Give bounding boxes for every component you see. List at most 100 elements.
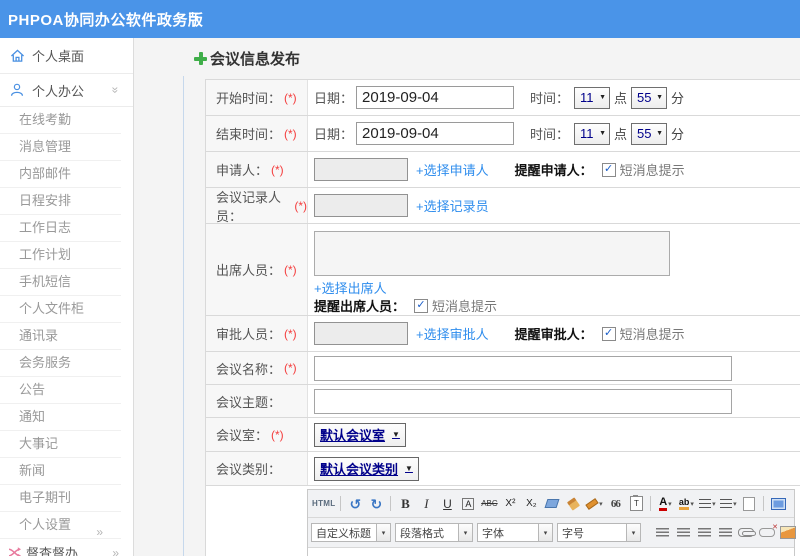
applicant-input[interactable] [314, 158, 408, 181]
redo-icon[interactable]: ↻ [366, 494, 386, 514]
sidebar-item[interactable]: 公告 [0, 377, 121, 404]
sidebar-item-desktop[interactable]: 个人桌面 [0, 38, 133, 74]
sidebar-item[interactable]: 日程安排 [0, 188, 121, 215]
font-box-icon[interactable]: A [458, 494, 478, 514]
sidebar-item[interactable]: 会务服务 [0, 350, 121, 377]
start-minute-select[interactable]: 55 ▼ [631, 86, 668, 109]
approver-sms-checkbox[interactable] [601, 326, 616, 341]
align-justify-icon[interactable] [715, 523, 735, 543]
highlight-color-icon[interactable]: ab ▾ [676, 494, 696, 514]
required-mark: (*) [284, 361, 297, 375]
date-label: 日期： [314, 127, 354, 142]
sidebar-item[interactable]: 新闻 [0, 458, 121, 485]
meeting-topic-input[interactable] [314, 388, 732, 414]
dropdown-arrow-icon: ▼ [656, 94, 664, 101]
dropdown-caret-icon: ▾ [668, 500, 672, 508]
choose-recorder-link[interactable]: +选择记录员 [416, 196, 489, 215]
bold-icon[interactable]: B [395, 494, 415, 514]
unlink-icon[interactable] [757, 523, 778, 543]
align-left-icon[interactable] [652, 523, 672, 543]
sidebar-item[interactable]: 手机短信 [0, 269, 121, 296]
sidebar-item[interactable]: 电子期刊 [0, 485, 121, 512]
form-row-approver: 审批人员： (*) +选择审批人 提醒审批人： 短消息提示 [206, 315, 800, 351]
subscript-icon[interactable]: X₂ [521, 494, 541, 514]
editor-content[interactable] [308, 548, 794, 556]
hamburger-icon[interactable]: ≡ [188, 8, 199, 28]
minute-unit-label: 分 [671, 91, 685, 106]
dropdown-caret-icon: ▾ [599, 500, 603, 508]
sidebar-item[interactable]: 通讯录 [0, 323, 121, 350]
sidebar-item[interactable]: 工作日志 [0, 215, 121, 242]
unordered-list-icon[interactable]: ▾ [718, 494, 738, 514]
meeting-form: 开始时间： (*) 日期： 时间： 11▼ 点 55▼ 分 结束时间： (*) … [205, 79, 800, 556]
end-date-input[interactable] [356, 122, 515, 145]
remind-applicant-label: 提醒申请人： [514, 163, 593, 178]
required-mark: (*) [271, 162, 284, 177]
sidebar-item[interactable]: 消息管理 [0, 134, 121, 161]
source-code-icon[interactable]: HTML [311, 494, 336, 514]
minute-unit-label: 分 [671, 127, 685, 142]
sidebar-item[interactable]: 大事记 [0, 431, 121, 458]
end-hour-select[interactable]: 11 ▼ [574, 122, 611, 145]
blockquote-icon[interactable]: 66 [605, 494, 625, 514]
font-color-icon[interactable]: A ▾ [655, 494, 675, 514]
meeting-category-select[interactable]: 默认会议类别 ▼ [314, 456, 419, 481]
sidebar-item[interactable]: 内部邮件 [0, 161, 121, 188]
paste-text-icon[interactable]: T [626, 494, 646, 514]
meeting-room-select[interactable]: 默认会议室 ▼ [314, 422, 406, 447]
align-center-icon[interactable] [673, 523, 693, 543]
form-row-recorder: 会议记录人员： (*) +选择记录员 [206, 187, 800, 224]
sidebar-item[interactable]: 在线考勤 [0, 107, 121, 134]
attendees-sms-checkbox[interactable] [414, 298, 429, 313]
underline-icon[interactable]: U [437, 494, 457, 514]
form-row-meeting-category: 会议类别： 默认会议类别 ▼ [206, 451, 800, 485]
form-row-content: HTML ↺ ↻ B I U A ABC X² X₂ ▾ 66 T A ▾ ab ▾ ▾ ▾ 自定义标题 ▾ 段落格式 ▾… [206, 485, 800, 556]
sidebar-item[interactable]: 通知 [0, 404, 121, 431]
sidebar-item-office[interactable]: 个人办公 » [0, 74, 133, 107]
applicant-sms-checkbox[interactable] [601, 162, 616, 177]
image-icon[interactable] [778, 523, 798, 543]
choose-attendees-link[interactable]: +选择出席人 [314, 278, 387, 297]
undo-icon[interactable]: ↺ [345, 494, 365, 514]
sidebar-item-inspect[interactable]: 督查督办 » [0, 539, 133, 556]
approver-input[interactable] [314, 322, 408, 345]
dropdown-caret-icon: ▾ [459, 523, 473, 542]
sidebar-item[interactable]: 个人文件柜 [0, 296, 121, 323]
start-hour-select[interactable]: 11 ▼ [574, 86, 611, 109]
font-family-select[interactable]: 字体 ▾ [477, 523, 553, 542]
quick-format-icon[interactable] [563, 494, 583, 514]
heading-select[interactable]: 自定义标题 ▾ [311, 523, 391, 542]
align-right-icon[interactable] [694, 523, 714, 543]
sidebar-item-settings[interactable]: 个人设置 » [0, 512, 121, 539]
choose-applicant-link[interactable]: +选择申请人 [416, 160, 489, 179]
toolbar-separator [390, 496, 392, 511]
toolbar-separator [650, 496, 652, 511]
font-size-select[interactable]: 字号 ▾ [557, 523, 641, 542]
superscript-icon[interactable]: X² [500, 494, 520, 514]
sms-label: 短消息提示 [619, 163, 685, 178]
strikethrough-icon[interactable]: ABC [479, 494, 499, 514]
paint-format-icon[interactable]: ▾ [584, 494, 604, 514]
dropdown-caret-icon: ▾ [627, 523, 641, 542]
attendees-textarea[interactable] [314, 231, 670, 276]
choose-approver-link[interactable]: +选择审批人 [416, 324, 489, 343]
new-page-icon[interactable] [739, 494, 759, 514]
link-icon[interactable] [736, 523, 756, 543]
italic-icon[interactable]: I [416, 494, 436, 514]
toolbar-separator [340, 496, 342, 511]
fullscreen-icon[interactable] [768, 494, 788, 514]
sms-label: 短消息提示 [619, 327, 685, 342]
time-label: 时间： [530, 91, 570, 106]
start-date-input[interactable] [356, 86, 515, 109]
recorder-input[interactable] [314, 194, 408, 217]
user-icon [10, 83, 25, 97]
paragraph-select[interactable]: 段落格式 ▾ [395, 523, 473, 542]
sidebar-item[interactable]: 工作计划 [0, 242, 121, 269]
required-mark: (*) [294, 198, 307, 213]
dropdown-caret-icon: ▾ [377, 523, 391, 542]
editor-toolbar-row-1: HTML ↺ ↻ B I U A ABC X² X₂ ▾ 66 T A ▾ ab ▾ ▾ ▾ [308, 490, 794, 518]
meeting-name-input[interactable] [314, 355, 732, 381]
ordered-list-icon[interactable]: ▾ [697, 494, 717, 514]
end-minute-select[interactable]: 55 ▼ [631, 122, 668, 145]
remove-format-icon[interactable] [542, 494, 562, 514]
